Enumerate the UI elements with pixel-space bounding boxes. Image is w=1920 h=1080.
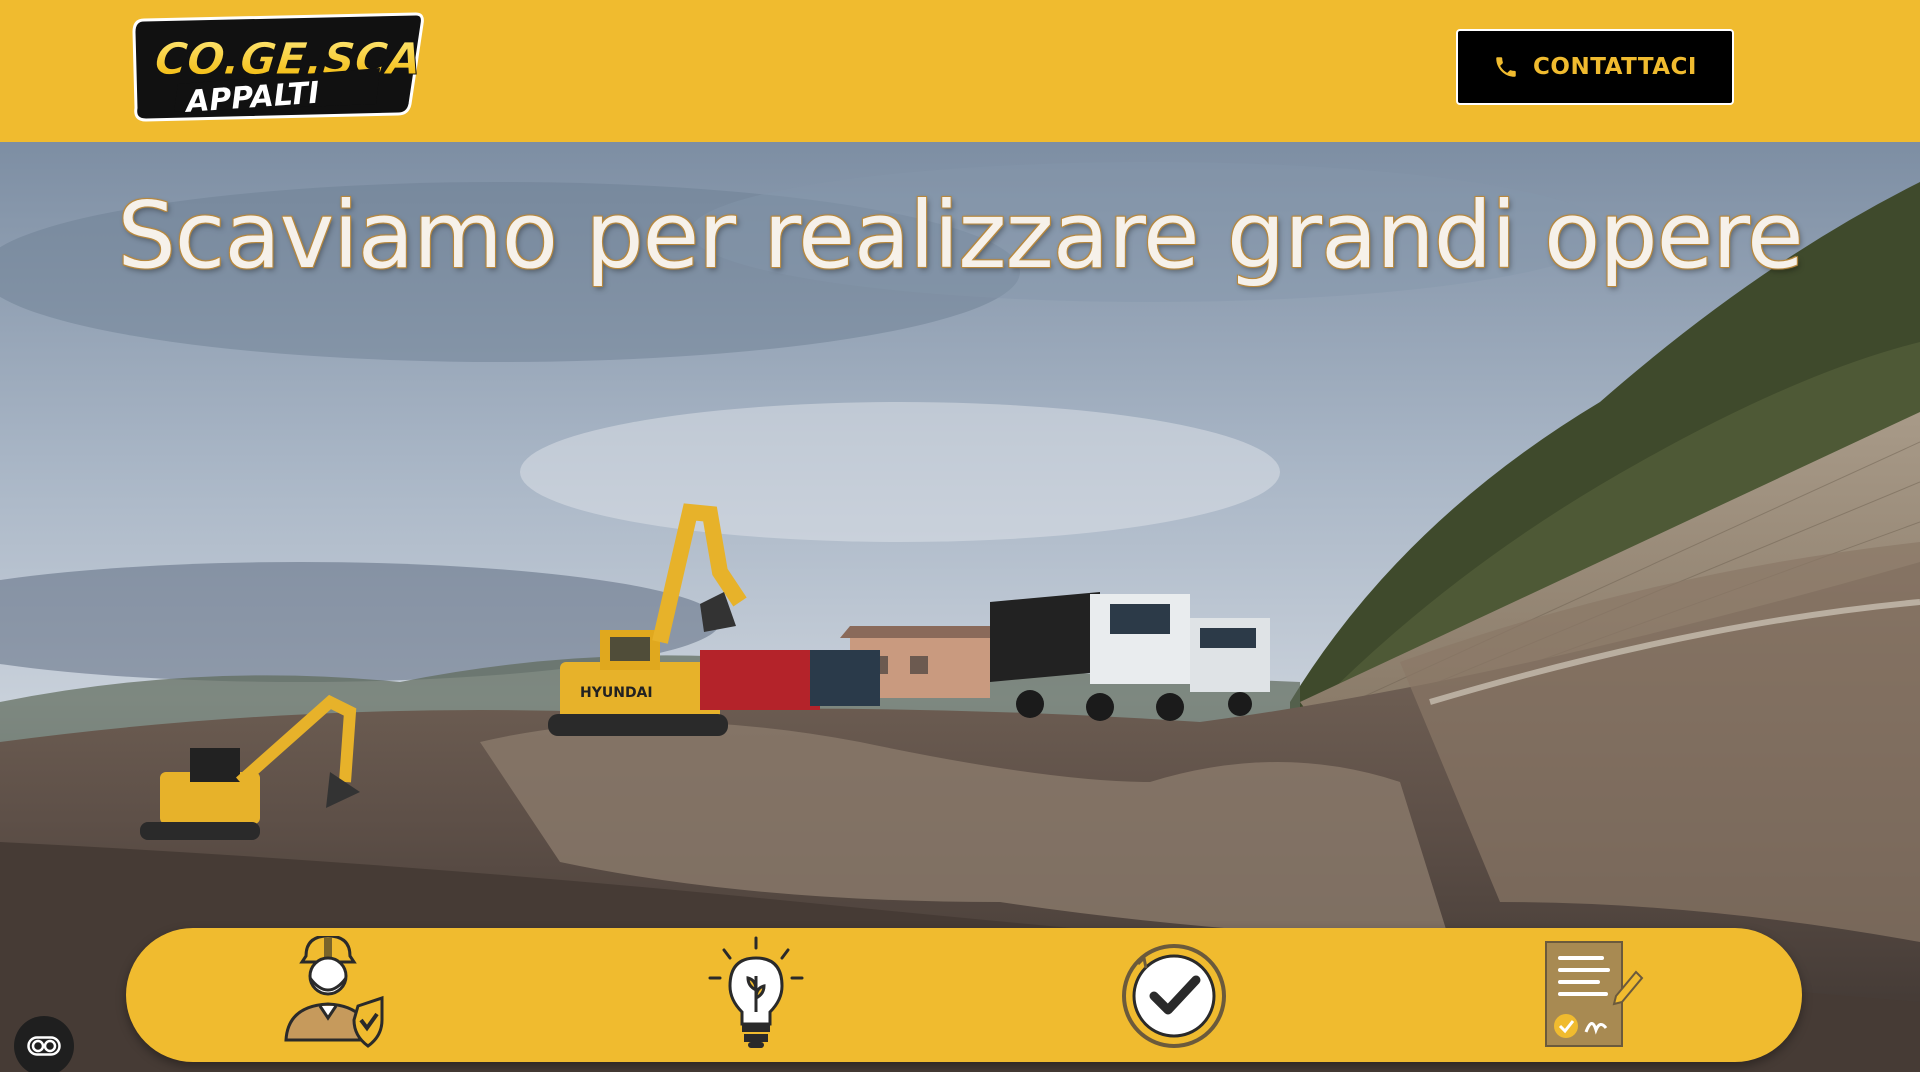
feature-item-quality[interactable] <box>1114 936 1234 1054</box>
contact-button-label: CONTATTACI <box>1533 54 1697 80</box>
hero-title: Scaviamo per realizzare grandi opere <box>117 182 1803 289</box>
feature-item-ideas[interactable] <box>696 936 816 1054</box>
site-header: CO.GE.SCA APPALTI CONTATTACI <box>0 0 1920 142</box>
company-logo[interactable]: CO.GE.SCA APPALTI <box>130 12 426 122</box>
excavator-brand-label: HYUNDAI <box>580 685 653 701</box>
idea-lightbulb-icon <box>708 936 804 1048</box>
feature-item-contract[interactable] <box>1532 936 1652 1054</box>
quality-check-icon <box>1122 944 1226 1048</box>
features-bar <box>126 928 1802 1062</box>
accessibility-toggle-icon <box>27 1036 61 1056</box>
accessibility-button[interactable] <box>14 1016 74 1076</box>
feature-item-safety[interactable] <box>278 934 398 1054</box>
signed-contract-icon <box>1545 941 1644 1047</box>
worker-safety-icon <box>284 934 384 1048</box>
phone-icon <box>1496 57 1516 77</box>
page-bottom-edge <box>0 1072 1920 1080</box>
contact-button[interactable]: CONTATTACI <box>1456 29 1734 105</box>
